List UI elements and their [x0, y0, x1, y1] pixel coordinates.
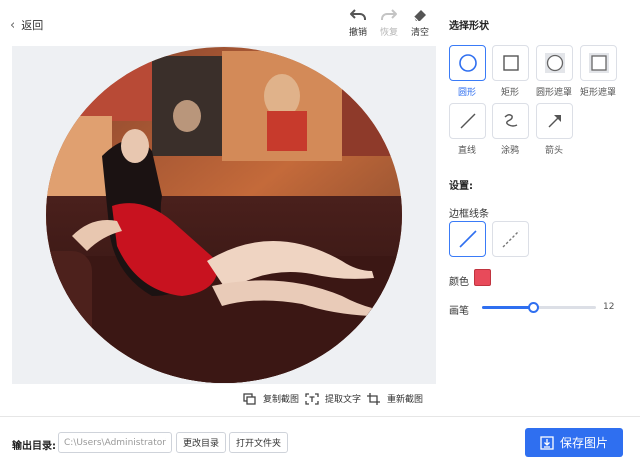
scribble-icon: [504, 114, 517, 127]
copy-icon: [243, 392, 256, 405]
shape-button-rectangle-mask[interactable]: [580, 45, 617, 81]
brush-label: 画笔: [449, 306, 469, 317]
recapture-label: 重新截图: [387, 395, 424, 405]
extract-text-label: 提取文字: [325, 395, 362, 405]
solid-line-icon: [458, 230, 477, 248]
shape-button-rectangle[interactable]: [492, 45, 529, 81]
redo-label: 恢复: [379, 28, 398, 38]
copy-screenshot-button[interactable]: 复制截图: [243, 392, 299, 405]
brush-size-slider[interactable]: [482, 302, 596, 313]
save-image-button[interactable]: 保存图片: [525, 428, 623, 457]
extract-text-button[interactable]: 提取文字: [305, 392, 361, 405]
border-style-label: 边框线条: [449, 209, 489, 220]
undo-label: 撤销: [348, 28, 367, 38]
rectangle-icon: [502, 55, 519, 71]
footer-bar: 输出目录: 更改目录 打开文件夹 保存图片: [0, 416, 640, 460]
change-dir-button[interactable]: 更改目录: [176, 432, 227, 453]
copy-screenshot-label: 复制截图: [263, 395, 300, 405]
shape-button-scribble[interactable]: [492, 103, 529, 139]
eraser-icon: [413, 10, 426, 22]
shape-label: 圆形遮罩: [535, 88, 572, 98]
shape-label: 矩形: [500, 88, 519, 98]
save-image-label: 保存图片: [559, 436, 608, 450]
circle-icon: [458, 54, 477, 72]
settings-section-title: 设置:: [449, 181, 473, 192]
back-button[interactable]: ‹ 返回: [10, 17, 43, 33]
brush-size-value: 12: [603, 302, 615, 312]
line-icon: [460, 113, 475, 129]
redo-icon: [381, 9, 397, 20]
shape-section-title: 选择形状: [449, 21, 489, 32]
color-swatch[interactable]: [474, 269, 491, 286]
shape-button-arrow[interactable]: [536, 103, 573, 139]
arrow-icon: [548, 115, 561, 128]
screenshot-image: [46, 47, 402, 383]
text-scan-icon: [305, 392, 319, 405]
download-icon: [540, 435, 554, 450]
open-folder-button[interactable]: 打开文件夹: [229, 432, 289, 453]
clear-button[interactable]: 清空: [406, 8, 434, 38]
undo-icon: [350, 9, 366, 20]
dashed-border-button[interactable]: [492, 221, 529, 257]
shape-label: 直线: [457, 146, 476, 156]
solid-border-button[interactable]: [449, 221, 486, 257]
shape-button-circle[interactable]: [449, 45, 486, 81]
color-label: 颜色: [449, 277, 469, 288]
crop-icon: [367, 392, 380, 405]
slider-knob[interactable]: [528, 302, 540, 313]
shape-label: 圆形: [457, 88, 476, 98]
dashed-line-icon: [502, 230, 519, 248]
output-dir-label: 输出目录:: [12, 441, 56, 452]
rectangle-mask-icon: [588, 53, 609, 73]
back-label: 返回: [21, 19, 44, 32]
slider-fill: [482, 306, 534, 309]
redo-button[interactable]: 恢复: [375, 8, 403, 38]
undo-button[interactable]: 撤销: [344, 8, 372, 38]
image-canvas[interactable]: [12, 46, 436, 384]
shape-button-circle-mask[interactable]: [536, 45, 573, 81]
circle-mask-icon: [544, 53, 565, 73]
recapture-button[interactable]: 重新截图: [367, 392, 423, 405]
chevron-left-icon: ‹: [10, 17, 16, 33]
shape-label: 箭头: [544, 146, 563, 156]
shape-label: 矩形遮罩: [579, 88, 616, 98]
shape-label: 涂鸦: [500, 146, 519, 156]
shape-button-line[interactable]: [449, 103, 486, 139]
output-path-input[interactable]: [58, 432, 172, 453]
clear-label: 清空: [410, 28, 429, 38]
